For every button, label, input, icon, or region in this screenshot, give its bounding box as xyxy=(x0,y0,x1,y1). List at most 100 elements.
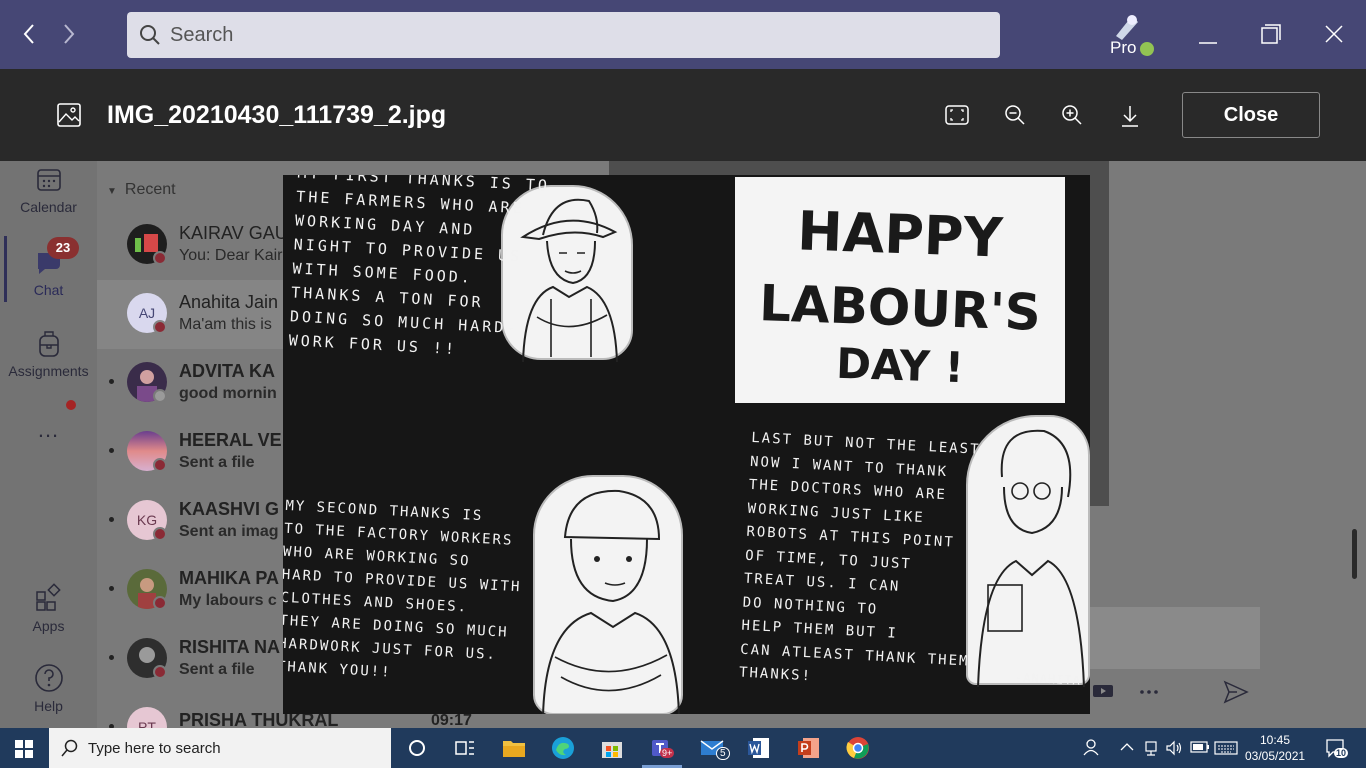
search-input[interactable]: Search xyxy=(127,12,1000,58)
compose-box[interactable] xyxy=(1090,607,1260,669)
profile-label: Pro xyxy=(1110,38,1137,57)
edge-icon[interactable] xyxy=(551,736,575,760)
card-line-3: DAY ! xyxy=(835,338,965,393)
unread-dot xyxy=(109,448,114,453)
chat-preview: Sent a file xyxy=(179,454,255,471)
unread-dot xyxy=(109,586,114,591)
windows-start-icon[interactable] xyxy=(15,740,33,763)
fit-to-screen-icon[interactable] xyxy=(945,104,969,131)
rail-label-calendar: Calendar xyxy=(20,199,77,215)
factory-thanks-text: My second thanks is to the factory worke… xyxy=(283,495,526,691)
status-badge xyxy=(153,320,167,334)
image-viewer-header: IMG_20210430_111739_2.jpg Close xyxy=(0,69,1366,161)
people-icon[interactable] xyxy=(1082,738,1100,759)
powerpoint-icon[interactable] xyxy=(797,736,821,760)
taskbar-clock[interactable]: 10:45 03/05/2021 xyxy=(1245,732,1305,764)
more-apps-icon[interactable]: ... xyxy=(0,417,97,443)
forward-icon[interactable] xyxy=(60,22,78,49)
status-badge xyxy=(153,527,167,541)
cortana-icon[interactable] xyxy=(405,736,429,760)
chat-unread-badge: 23 xyxy=(47,237,79,259)
notification-dot xyxy=(66,400,76,410)
chat-name: HEERAL VE xyxy=(179,430,282,450)
chat-name: RISHITA NA xyxy=(179,637,280,657)
title-bar: Search Pro xyxy=(0,0,1366,69)
word-icon[interactable] xyxy=(747,736,771,760)
teams-badge: 9+ xyxy=(660,748,675,758)
battery-icon[interactable] xyxy=(1190,740,1210,757)
zoom-in-icon[interactable] xyxy=(1061,104,1083,131)
chat-name: MAHIKA PA xyxy=(179,568,279,588)
factory-worker-drawing xyxy=(533,475,683,714)
status-badge xyxy=(153,251,167,265)
taskbar-search-placeholder: Type here to search xyxy=(88,740,221,757)
restore-icon[interactable] xyxy=(1261,24,1281,49)
card-line-1: HAPPY xyxy=(796,199,1004,270)
search-icon xyxy=(139,24,161,51)
available-status-icon xyxy=(1140,42,1154,56)
chrome-icon[interactable] xyxy=(846,736,870,760)
status-badge xyxy=(153,596,167,610)
profile-avatar[interactable]: Pro xyxy=(1108,12,1156,60)
file-name: IMG_20210430_111739_2.jpg xyxy=(107,101,447,129)
rail-label-help: Help xyxy=(34,698,63,714)
clock-date: 03/05/2021 xyxy=(1245,749,1306,763)
send-icon[interactable] xyxy=(1223,680,1249,710)
back-icon[interactable] xyxy=(20,22,38,49)
chat-name: Anahita Jain xyxy=(179,292,279,312)
notification-count: 10 xyxy=(1334,748,1349,758)
rail-item-assignments[interactable]: Assignments xyxy=(0,328,97,379)
recent-section-header[interactable]: ▼ Recent xyxy=(107,181,176,199)
volume-icon[interactable] xyxy=(1165,739,1183,760)
zoom-out-icon[interactable] xyxy=(1004,104,1026,131)
chat-preview: good mornin xyxy=(179,385,277,402)
opened-image: HAPPY LABOUR'S DAY ! My first thanks is … xyxy=(283,175,1090,714)
signature: -Anahita xyxy=(1014,670,1082,688)
unread-dot xyxy=(109,655,114,660)
rail-label-assignments: Assignments xyxy=(8,363,89,379)
scrollbar[interactable] xyxy=(1352,529,1357,579)
image-file-icon xyxy=(57,103,81,132)
unread-dot xyxy=(109,379,114,384)
chat-preview: My labours c xyxy=(179,592,277,609)
task-view-icon[interactable] xyxy=(453,736,477,760)
unread-dot xyxy=(109,517,114,522)
mail-badge: 5 xyxy=(716,747,730,760)
chevron-up-icon[interactable] xyxy=(1120,741,1134,755)
rail-item-chat[interactable]: Chat xyxy=(0,249,97,298)
help-icon xyxy=(34,664,63,692)
rail-item-apps[interactable]: Apps xyxy=(0,583,97,634)
app-rail: Calendar Chat 23 Assignments ... Apps He… xyxy=(0,161,97,728)
status-badge xyxy=(153,458,167,472)
recent-label: Recent xyxy=(124,181,176,198)
chat-name: KAASHVI G xyxy=(179,499,280,519)
close-window-icon[interactable] xyxy=(1324,24,1344,49)
video-icon[interactable] xyxy=(1092,682,1114,705)
farmer-thanks-text: My first thanks is to the farmers who ar… xyxy=(288,175,550,365)
calendar-icon xyxy=(36,169,61,191)
status-badge xyxy=(153,665,167,679)
chat-preview: Sent a file xyxy=(179,661,255,678)
rail-item-help[interactable]: Help xyxy=(0,663,97,714)
minimize-icon[interactable] xyxy=(1198,32,1218,50)
chat-preview: Sent an imag xyxy=(179,523,279,540)
taskbar: Type here to search 9+ 5 10:45 03/05/202… xyxy=(0,728,1366,768)
doctor-thanks-text: Last but not the least now I want to tha… xyxy=(738,427,991,698)
card-line-2: LABOUR'S xyxy=(758,274,1042,342)
chat-preview: You: Dear Kair xyxy=(179,247,283,264)
chat-preview: Ma'am this is xyxy=(179,316,272,333)
rail-label-chat: Chat xyxy=(33,282,64,298)
apps-icon xyxy=(35,583,61,611)
backpack-icon xyxy=(38,331,59,357)
download-icon[interactable] xyxy=(1120,104,1140,133)
search-placeholder: Search xyxy=(170,24,234,46)
close-button[interactable]: Close xyxy=(1182,92,1320,138)
rail-item-calendar[interactable]: Calendar xyxy=(0,166,97,215)
more-options-icon[interactable] xyxy=(1139,680,1159,703)
keyboard-icon[interactable] xyxy=(1214,740,1238,759)
network-icon[interactable] xyxy=(1143,740,1159,759)
store-icon[interactable] xyxy=(600,736,624,760)
rail-label-apps: Apps xyxy=(32,618,65,634)
file-explorer-icon[interactable] xyxy=(502,736,526,760)
taskbar-search-input[interactable]: Type here to search xyxy=(49,728,391,768)
